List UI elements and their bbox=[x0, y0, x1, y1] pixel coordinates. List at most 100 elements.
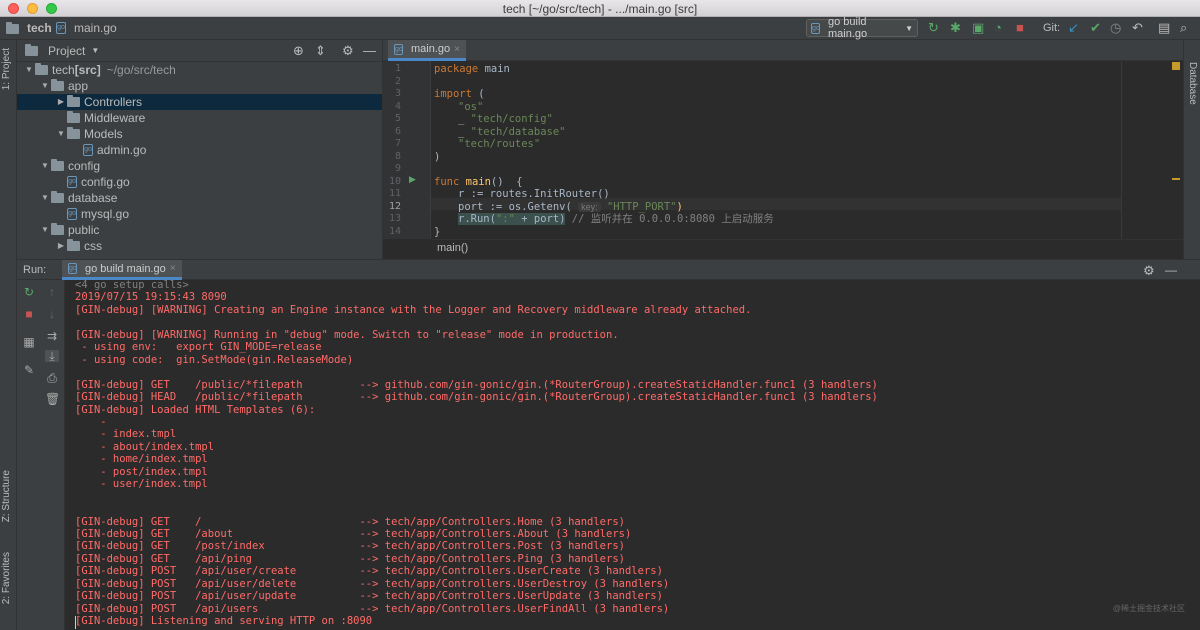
collapse-arrow-icon[interactable]: ▶ bbox=[55, 94, 67, 110]
run-icon[interactable]: ↻ bbox=[928, 21, 939, 35]
tool-tab-database[interactable]: Database bbox=[1187, 62, 1198, 105]
editor-breadcrumb[interactable]: main() bbox=[437, 242, 468, 254]
close-icon[interactable]: × bbox=[170, 263, 176, 274]
locate-icon[interactable]: ⊕ bbox=[293, 43, 304, 59]
line-number-gutter: 1 2 3 4 5 6 7 8 9 10 11 12 13 14 bbox=[383, 61, 431, 239]
right-margin-guide bbox=[1121, 61, 1122, 239]
console-line: [GIN-debug] POST /api/user/delete --> te… bbox=[75, 577, 670, 590]
string-literal: "tech/database" bbox=[470, 125, 566, 138]
tool-tab-favorites[interactable]: 2: Favorites bbox=[1, 552, 12, 604]
coverage-icon[interactable]: ▣ bbox=[972, 21, 984, 35]
trash-icon[interactable]: 🗑 bbox=[45, 393, 60, 405]
search-everywhere-icon[interactable]: ⌕ bbox=[1180, 21, 1187, 35]
gear-icon[interactable]: ⚙ bbox=[1143, 263, 1155, 279]
tree-item-mysql-go[interactable]: go mysql.go bbox=[17, 206, 382, 222]
breadcrumb-file[interactable]: go main.go bbox=[56, 21, 117, 35]
line-number: 11 bbox=[388, 188, 401, 199]
tool-tab-structure[interactable]: Z: Structure bbox=[1, 470, 12, 522]
expand-arrow-icon[interactable]: ▼ bbox=[23, 62, 35, 78]
project-panel-title[interactable]: Project bbox=[48, 44, 85, 58]
breadcrumb-file-label: main.go bbox=[74, 21, 117, 35]
code-text: _ bbox=[458, 113, 471, 125]
revert-icon[interactable]: ↶ bbox=[1132, 21, 1143, 35]
soft-wrap-icon[interactable]: ⇉ bbox=[45, 330, 59, 342]
tree-item-css[interactable]: ▶ css bbox=[17, 238, 382, 254]
tree-item-path: ~/go/src/tech bbox=[106, 63, 176, 77]
tool-tab-project[interactable]: 1: Project bbox=[1, 48, 12, 90]
code-line-5: _ "tech/config" bbox=[458, 113, 553, 126]
folder-icon bbox=[67, 127, 80, 139]
run-console-output[interactable]: <4 go setup calls> 2019/07/15 19:15:43 80… bbox=[65, 280, 1200, 630]
debug-icon[interactable]: ✱ bbox=[950, 21, 961, 35]
editor-tab-bar: go main.go × bbox=[383, 40, 1183, 61]
expand-arrow-icon[interactable]: ▼ bbox=[39, 222, 51, 238]
line-number: 9 bbox=[394, 163, 401, 174]
code-text: port := os.Getenv( bbox=[458, 200, 572, 213]
expand-arrow-icon[interactable]: ▼ bbox=[39, 78, 51, 94]
scroll-to-end-icon[interactable]: ⤓ bbox=[45, 350, 59, 362]
tool-tab-favorites-label: 2: Favorites bbox=[1, 552, 12, 605]
console-line: [GIN-debug] Loaded HTML Templates (6): bbox=[75, 403, 316, 416]
code-text: ) bbox=[676, 200, 683, 213]
string-literal: "os" bbox=[458, 100, 484, 113]
rerun-icon[interactable]: ↻ bbox=[22, 286, 36, 298]
profile-icon[interactable]: ◔ bbox=[994, 21, 1002, 35]
git-commit-icon[interactable]: ✔ bbox=[1090, 21, 1101, 35]
console-line: - index.tmpl bbox=[75, 428, 177, 441]
hide-panel-icon[interactable]: — bbox=[1165, 263, 1177, 277]
chevron-down-icon[interactable]: ▼ bbox=[91, 46, 99, 55]
console-line: [GIN-debug] HEAD /public/*filepath --> g… bbox=[75, 391, 878, 404]
run-gutter-icon[interactable]: ▶ bbox=[409, 174, 416, 185]
scroll-up-icon[interactable]: ↑ bbox=[45, 286, 59, 298]
line-number: 4 bbox=[394, 100, 401, 112]
code-line-3: import ( bbox=[434, 88, 485, 101]
gear-icon[interactable]: ⚙ bbox=[342, 43, 354, 59]
collapse-all-icon[interactable]: ⇕ bbox=[315, 43, 326, 59]
run-configuration-label: go build main.go bbox=[828, 16, 868, 40]
inspection-status-icon[interactable] bbox=[1172, 62, 1180, 70]
tree-item-models[interactable]: ▼ Models bbox=[17, 126, 382, 142]
code-editor[interactable]: package main import ( "os" _ "tech/confi… bbox=[434, 61, 1134, 238]
code-line-13: r.Run(":" + port) // 监听并在 0.0.0.0:8080 上… bbox=[458, 213, 774, 226]
editor-tab-main-go[interactable]: go main.go × bbox=[388, 40, 466, 61]
close-icon[interactable]: × bbox=[454, 44, 460, 55]
run-tab[interactable]: go go build main.go × bbox=[62, 260, 182, 280]
tree-item-admin-go[interactable]: go admin.go bbox=[17, 142, 382, 158]
scroll-down-icon[interactable]: ↓ bbox=[45, 308, 59, 320]
window-title: tech [~/go/src/tech] - .../main.go [src] bbox=[502, 2, 698, 16]
layout-icon[interactable]: ▦ bbox=[22, 336, 36, 348]
editor-tab-label: main.go bbox=[411, 43, 451, 55]
tool-tab-project-label: 1: Project bbox=[1, 48, 12, 91]
project-structure-icon[interactable]: ▤ bbox=[1158, 21, 1170, 35]
breadcrumb-project[interactable]: tech bbox=[6, 21, 52, 35]
tree-item-public[interactable]: ▼ public bbox=[17, 222, 382, 238]
hide-panel-icon[interactable]: — bbox=[363, 43, 376, 58]
tree-item-config[interactable]: ▼ config bbox=[17, 158, 382, 174]
print-icon[interactable]: ⎙ bbox=[45, 372, 59, 384]
history-icon[interactable]: ◷ bbox=[1110, 21, 1121, 35]
breadcrumb-project-label: tech bbox=[27, 21, 52, 35]
collapse-arrow-icon[interactable]: ▶ bbox=[55, 238, 67, 254]
tree-item-middleware[interactable]: Middleware bbox=[17, 110, 382, 126]
console-line: - about/index.tmpl bbox=[75, 440, 215, 453]
tree-item-app[interactable]: ▼ app bbox=[17, 78, 382, 94]
code-text: ) bbox=[434, 150, 441, 163]
expand-arrow-icon[interactable]: ▼ bbox=[55, 126, 67, 142]
tree-item-database[interactable]: ▼ database bbox=[17, 190, 382, 206]
stop-icon[interactable]: ■ bbox=[1016, 21, 1024, 35]
tree-item-controllers[interactable]: ▶ Controllers bbox=[17, 94, 382, 110]
stop-icon[interactable]: ■ bbox=[22, 308, 36, 320]
folder-icon bbox=[67, 111, 80, 123]
code-text: + port) bbox=[514, 213, 566, 225]
code-line-6: _ "tech/database" bbox=[458, 126, 565, 139]
expand-arrow-icon[interactable]: ▼ bbox=[39, 190, 51, 206]
pin-tab-icon[interactable]: ✎ bbox=[22, 364, 36, 376]
string-literal: ":" bbox=[495, 213, 515, 225]
git-update-icon[interactable]: ↙ bbox=[1068, 21, 1079, 35]
run-configuration-select[interactable]: go go build main.go ▼ bbox=[806, 16, 918, 40]
tree-item-tech[interactable]: ▼ tech [src] ~/go/src/tech bbox=[17, 62, 382, 78]
console-line: - using env: export GIN_MODE=release bbox=[75, 341, 322, 354]
line-number: 14 bbox=[388, 225, 401, 237]
expand-arrow-icon[interactable]: ▼ bbox=[39, 158, 51, 174]
tree-item-config-go[interactable]: go config.go bbox=[17, 174, 382, 190]
